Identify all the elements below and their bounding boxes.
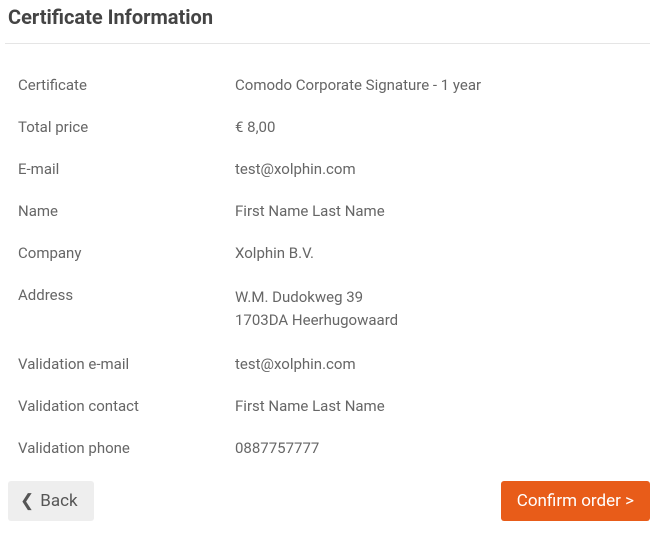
confirm-order-button[interactable]: Confirm order > xyxy=(501,481,650,521)
label-certificate: Certificate xyxy=(0,76,235,94)
row-validation-contact: Validation contact First Name Last Name xyxy=(0,385,655,427)
value-email: test@xolphin.com xyxy=(235,160,655,178)
row-name: Name First Name Last Name xyxy=(0,190,655,232)
label-address: Address xyxy=(0,286,235,331)
label-name: Name xyxy=(0,202,235,220)
row-validation-email: Validation e-mail test@xolphin.com xyxy=(0,343,655,385)
value-company: Xolphin B.V. xyxy=(235,244,655,262)
page-title: Certificate Information xyxy=(0,0,655,43)
row-validation-phone: Validation phone 0887757777 xyxy=(0,427,655,469)
value-validation-email: test@xolphin.com xyxy=(235,355,655,373)
label-validation-email: Validation e-mail xyxy=(0,355,235,373)
value-total-price: € 8,00 xyxy=(235,118,655,136)
button-row: ❮ Back Confirm order > xyxy=(0,481,655,521)
chevron-left-icon: ❮ xyxy=(20,493,34,510)
value-name: First Name Last Name xyxy=(235,202,655,220)
row-certificate: Certificate Comodo Corporate Signature -… xyxy=(0,64,655,106)
row-total-price: Total price € 8,00 xyxy=(0,106,655,148)
label-company: Company xyxy=(0,244,235,262)
label-email: E-mail xyxy=(0,160,235,178)
label-total-price: Total price xyxy=(0,118,235,136)
value-validation-contact: First Name Last Name xyxy=(235,397,655,415)
value-address: W.M. Dudokweg 39 1703DA Heerhugowaard xyxy=(235,286,655,331)
back-button-label: Back xyxy=(40,491,77,511)
label-validation-contact: Validation contact xyxy=(0,397,235,415)
value-certificate: Comodo Corporate Signature - 1 year xyxy=(235,76,655,94)
label-validation-phone: Validation phone xyxy=(0,439,235,457)
certificate-info-block: Certificate Comodo Corporate Signature -… xyxy=(0,44,655,481)
value-address-line2: 1703DA Heerhugowaard xyxy=(235,309,655,332)
value-validation-phone: 0887757777 xyxy=(235,439,655,457)
value-address-line1: W.M. Dudokweg 39 xyxy=(235,286,655,309)
row-email: E-mail test@xolphin.com xyxy=(0,148,655,190)
row-company: Company Xolphin B.V. xyxy=(0,232,655,274)
back-button[interactable]: ❮ Back xyxy=(8,481,94,521)
row-address: Address W.M. Dudokweg 39 1703DA Heerhugo… xyxy=(0,274,655,343)
